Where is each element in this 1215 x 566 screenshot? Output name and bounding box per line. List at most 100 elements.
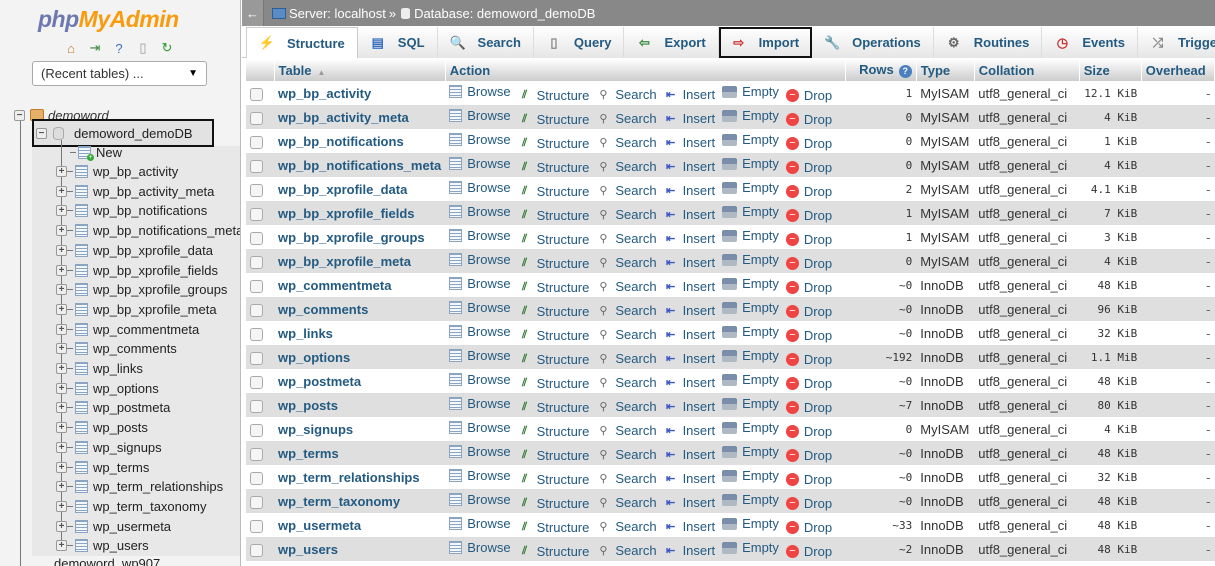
tree-db-demoword-wp907[interactable]: demoword_wp907 xyxy=(36,556,160,566)
browse-link[interactable]: Browse xyxy=(449,276,511,291)
structure-link[interactable]: ⫽ Structure xyxy=(518,112,589,127)
tree-table-item[interactable]: + wp_bp_xprofile_data xyxy=(56,241,213,260)
tab-routines[interactable]: ⚙ Routines xyxy=(933,27,1043,58)
search-link[interactable]: ⚲ Search xyxy=(596,135,656,150)
insert-link[interactable]: ⇤ Insert xyxy=(664,159,715,174)
empty-link[interactable]: Empty xyxy=(722,276,779,291)
table-name-link[interactable]: wp_bp_notifications xyxy=(278,134,404,149)
insert-link[interactable]: ⇤ Insert xyxy=(664,279,715,294)
tree-table-item[interactable]: + wp_signups xyxy=(56,438,162,457)
table-name-link[interactable]: wp_commentmeta xyxy=(278,278,391,293)
table-name-link[interactable]: wp_term_relationships xyxy=(278,470,420,485)
search-link[interactable]: ⚲ Search xyxy=(596,375,656,390)
structure-link[interactable]: ⫽ Structure xyxy=(518,424,589,439)
drop-link[interactable]: − Drop xyxy=(785,256,832,271)
structure-link[interactable]: ⫽ Structure xyxy=(518,544,589,559)
table-name-link[interactable]: wp_bp_notifications_meta xyxy=(278,158,441,173)
table-name-link[interactable]: wp_users xyxy=(278,542,338,557)
table-size[interactable]: 4 KiB xyxy=(1079,417,1142,441)
tree-table-item[interactable]: + wp_bp_notifications xyxy=(56,201,207,220)
table-size[interactable]: 4.1 KiB xyxy=(1079,177,1142,201)
tree-table-item[interactable]: + wp_terms xyxy=(56,458,149,477)
structure-link[interactable]: ⫽ Structure xyxy=(518,88,589,103)
expand-icon[interactable]: + xyxy=(56,422,67,434)
insert-link[interactable]: ⇤ Insert xyxy=(664,303,715,318)
header-size[interactable]: Size xyxy=(1079,59,1142,81)
empty-link[interactable]: Empty xyxy=(722,468,779,483)
search-link[interactable]: ⚲ Search xyxy=(596,351,656,366)
structure-link[interactable]: ⫽ Structure xyxy=(518,304,589,319)
header-collation[interactable]: Collation xyxy=(974,59,1080,81)
empty-link[interactable]: Empty xyxy=(722,324,779,339)
drop-link[interactable]: − Drop xyxy=(785,208,832,223)
structure-link[interactable]: ⫽ Structure xyxy=(518,520,589,535)
drop-link[interactable]: − Drop xyxy=(785,280,832,295)
row-checkbox[interactable] xyxy=(250,327,263,341)
structure-link[interactable]: ⫽ Structure xyxy=(518,400,589,415)
insert-link[interactable]: ⇤ Insert xyxy=(664,327,715,342)
insert-link[interactable]: ⇤ Insert xyxy=(664,111,715,126)
drop-link[interactable]: − Drop xyxy=(785,448,832,463)
breadcrumb-database[interactable]: Database: demoword_demoDB xyxy=(396,6,595,21)
insert-link[interactable]: ⇤ Insert xyxy=(664,399,715,414)
table-size[interactable]: 48 KiB xyxy=(1079,537,1142,561)
structure-link[interactable]: ⫽ Structure xyxy=(518,184,589,199)
empty-link[interactable]: Empty xyxy=(722,540,779,555)
structure-link[interactable]: ⫽ Structure xyxy=(518,160,589,175)
drop-link[interactable]: − Drop xyxy=(785,376,832,391)
header-overhead[interactable]: Overhead xyxy=(1141,59,1215,81)
table-name-link[interactable]: wp_bp_xprofile_groups xyxy=(278,230,425,245)
empty-link[interactable]: Empty xyxy=(722,132,779,147)
insert-link[interactable]: ⇤ Insert xyxy=(664,231,715,246)
table-size[interactable]: 4 KiB xyxy=(1079,153,1142,177)
browse-link[interactable]: Browse xyxy=(449,180,511,195)
expand-icon[interactable]: + xyxy=(56,323,67,335)
table-size[interactable]: 3 KiB xyxy=(1079,225,1142,249)
insert-link[interactable]: ⇤ Insert xyxy=(664,135,715,150)
row-checkbox[interactable] xyxy=(250,279,263,293)
drop-link[interactable]: − Drop xyxy=(785,88,832,103)
row-checkbox[interactable] xyxy=(250,135,263,149)
docs-icon[interactable]: ▯ xyxy=(135,40,151,56)
table-size[interactable]: 32 KiB xyxy=(1079,321,1142,345)
expand-icon[interactable]: + xyxy=(56,402,67,414)
empty-link[interactable]: Empty xyxy=(722,396,779,411)
tab-triggers[interactable]: ⤮Triggers xyxy=(1138,27,1215,58)
tree-table-item[interactable]: + wp_bp_xprofile_fields xyxy=(56,261,218,280)
browse-link[interactable]: Browse xyxy=(449,516,511,531)
search-link[interactable]: ⚲ Search xyxy=(596,399,656,414)
tab-events[interactable]: ◷ Events xyxy=(1042,27,1138,58)
drop-link[interactable]: − Drop xyxy=(785,424,832,439)
collapse-icon[interactable]: − xyxy=(14,109,25,121)
insert-link[interactable]: ⇤ Insert xyxy=(664,519,715,534)
tree-table-item[interactable]: + wp_term_taxonomy xyxy=(56,497,206,516)
tree-table-item[interactable]: + wp_bp_xprofile_meta xyxy=(56,300,217,319)
structure-link[interactable]: ⫽ Structure xyxy=(518,232,589,247)
drop-link[interactable]: − Drop xyxy=(785,304,832,319)
table-name-link[interactable]: wp_bp_xprofile_data xyxy=(278,182,407,197)
tree-table-item[interactable]: + wp_term_relationships xyxy=(56,477,223,496)
empty-link[interactable]: Empty xyxy=(722,516,779,531)
drop-link[interactable]: − Drop xyxy=(785,472,832,487)
table-name-link[interactable]: wp_bp_xprofile_meta xyxy=(278,254,411,269)
empty-link[interactable]: Empty xyxy=(722,252,779,267)
browse-link[interactable]: Browse xyxy=(449,84,511,99)
browse-link[interactable]: Browse xyxy=(449,492,511,507)
row-checkbox[interactable] xyxy=(250,399,263,413)
row-checkbox[interactable] xyxy=(250,207,263,221)
search-link[interactable]: ⚲ Search xyxy=(596,519,656,534)
table-name-link[interactable]: wp_comments xyxy=(278,302,368,317)
table-size[interactable]: 48 KiB xyxy=(1079,369,1142,393)
tree-table-item[interactable]: + wp_options xyxy=(56,379,159,398)
insert-link[interactable]: ⇤ Insert xyxy=(664,183,715,198)
header-type[interactable]: Type xyxy=(916,59,975,81)
tree-table-item[interactable]: + wp_users xyxy=(56,536,149,555)
table-size[interactable]: 32 KiB xyxy=(1079,465,1142,489)
browse-link[interactable]: Browse xyxy=(449,108,511,123)
expand-icon[interactable]: + xyxy=(56,441,67,453)
drop-link[interactable]: − Drop xyxy=(785,328,832,343)
table-name-link[interactable]: wp_posts xyxy=(278,398,338,413)
expand-icon[interactable]: + xyxy=(56,500,67,512)
row-checkbox[interactable] xyxy=(250,519,263,533)
browse-link[interactable]: Browse xyxy=(449,444,511,459)
